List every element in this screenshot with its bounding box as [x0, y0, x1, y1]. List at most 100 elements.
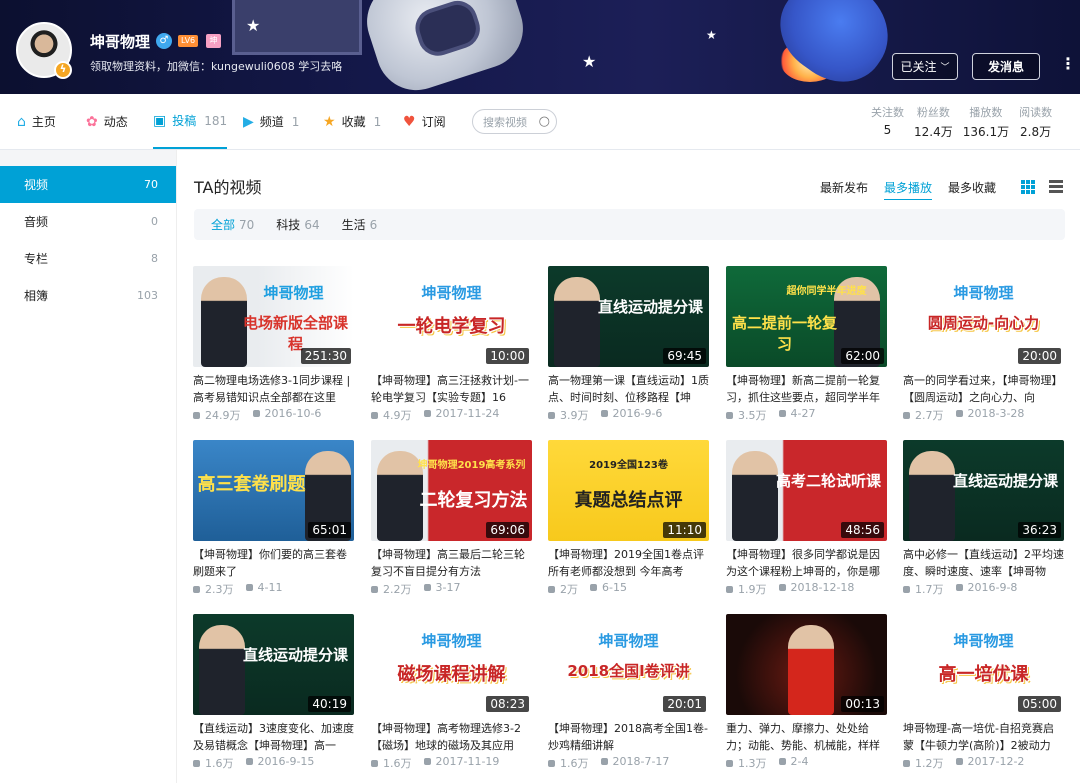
play-count: 1.6万 [371, 755, 412, 771]
filter-tech[interactable]: 科技 64 [276, 216, 319, 233]
video-meta: 1.6万 2016-9-15 [193, 755, 354, 771]
thumbnail-title: 高二提前一轮复习 [731, 314, 837, 353]
message-button[interactable]: 发消息 [972, 53, 1040, 80]
video-thumbnail[interactable]: 直线运动提分课 69:45 [548, 266, 709, 367]
thumbnail-title: 真题总结点评 [574, 490, 683, 511]
video-card[interactable]: 坤哥物理 高一培优课 05:00 坤哥物理-高一培优-自招竞赛启蒙【牛顿力学(高阶)】… [903, 614, 1064, 771]
video-title[interactable]: 【坤哥物理】2019全国1卷点评 所有老师都没想到 今年高考 [548, 546, 709, 580]
tab-uploads[interactable]: ▣ 投稿 181 [153, 94, 228, 149]
video-card[interactable]: 直线运动提分课 40:19 【直线运动】3速度变化、加速度及易错概念【坤哥物理】高一… [193, 614, 354, 771]
video-card[interactable]: 坤哥物理 电场新版全部课程 251:30 高二物理电场选修3-1同步课程 | 高考易错… [193, 266, 354, 423]
presenter-image [554, 277, 600, 367]
sidebar-item-audio[interactable]: 音频 0 [0, 203, 176, 240]
video-card[interactable]: 直线运动提分课 69:45 高一物理第一课【直线运动】1质点、时间时刻、位移路程【坤… [548, 266, 709, 423]
tab-channel[interactable]: ▶ 频道 1 [243, 94, 299, 149]
video-title[interactable]: 坤哥物理-高一培优-自招竞赛启蒙【牛顿力学(高阶)】2被动力 [903, 720, 1064, 754]
video-card[interactable]: 坤哥物理 2018全国I卷评讲 20:01 【坤哥物理】2018高考全国1卷-炒鸡精细… [548, 614, 709, 771]
stat-reads: 阅读数 2.8万 [1014, 104, 1057, 140]
tab-favorites[interactable]: ★ 收藏 1 [323, 94, 381, 149]
video-thumbnail[interactable]: 超你同学半年进度 高二提前一轮复习 62:00 [726, 266, 887, 367]
video-thumbnail[interactable]: 坤哥物理 高一培优课 05:00 [903, 614, 1064, 715]
video-title[interactable]: 重力、弹力、摩擦力、处处给力；动能、势能、机械能，样样 [726, 720, 887, 754]
thumbnail-brand: 坤哥物理 [598, 632, 659, 650]
tab-dynamic[interactable]: ✿ 动态 [86, 94, 128, 149]
video-title[interactable]: 【坤哥物理】新高二提前一轮复习，抓住这些要点，超同学半年 [726, 372, 887, 406]
video-title[interactable]: 【坤哥物理】2018高考全国1卷-炒鸡精细讲解 [548, 720, 709, 754]
star-icon: ★ [246, 16, 261, 35]
thumbnail-brand: 坤哥物理2019高考系列 [417, 460, 526, 471]
thumbnail-title: 圆周运动-向心力 [927, 314, 1040, 332]
video-meta: 4.9万 2017-11-24 [371, 407, 532, 423]
video-meta: 1.3万 2-4 [726, 755, 887, 771]
video-meta: 1.6万 2017-11-19 [371, 755, 532, 771]
video-thumbnail[interactable]: 00:13 [726, 614, 887, 715]
video-card[interactable]: 高三套卷刷题 65:01 【坤哥物理】你们要的高三套卷刷题来了 2.3万 4-11 [193, 440, 354, 597]
presenter-image [199, 625, 245, 715]
video-title[interactable]: 高二物理电场选修3-1同步课程 | 高考易错知识点全部都在这里 [193, 372, 354, 406]
video-meta: 24.9万 2016-10-6 [193, 407, 354, 423]
sort-most-favorited[interactable]: 最多收藏 [948, 179, 996, 196]
video-card[interactable]: 高考二轮试听课 48:56 【坤哥物理】很多同学都说是因为这个课程粉上坤哥的，你是哪… [726, 440, 887, 597]
grid-view-icon[interactable] [1021, 180, 1035, 194]
video-title[interactable]: 高一的同学看过来，【坤哥物理】【圆周运动】之向心力、向 [903, 372, 1064, 406]
sort-most-played[interactable]: 最多播放 [884, 179, 933, 200]
filter-count: 70 [239, 218, 255, 232]
video-card[interactable]: 坤哥物理 圆周运动-向心力 20:00 高一的同学看过来，【坤哥物理】【圆周运动】之向… [903, 266, 1064, 423]
sort-latest[interactable]: 最新发布 [820, 179, 868, 196]
video-thumbnail[interactable]: 坤哥物理 电场新版全部课程 251:30 [193, 266, 354, 367]
video-thumbnail[interactable]: 2019全国123卷 真题总结点评 11:10 [548, 440, 709, 541]
thumbnail-brand: 2019全国123卷 [589, 460, 668, 471]
play-count: 1.6万 [548, 755, 589, 771]
video-card[interactable]: 坤哥物理 一轮电学复习 10:00 【坤哥物理】高三汪拯救计划-一轮电学复习【实验专题… [371, 266, 532, 423]
sidebar-item-label: 专栏 [24, 252, 49, 266]
video-thumbnail[interactable]: 坤哥物理 一轮电学复习 10:00 [371, 266, 532, 367]
upload-date: 2018-12-18 [779, 581, 855, 597]
tab-home[interactable]: ⌂ 主页 [17, 94, 56, 149]
video-title[interactable]: 高中必修一【直线运动】2平均速度、瞬时速度、速率【坤哥物 [903, 546, 1064, 580]
video-card[interactable]: 超你同学半年进度 高二提前一轮复习 62:00 【坤哥物理】新高二提前一轮复习，抓住这… [726, 266, 887, 423]
video-thumbnail[interactable]: 坤哥物理 2018全国I卷评讲 20:01 [548, 614, 709, 715]
video-thumbnail[interactable]: 高三套卷刷题 65:01 [193, 440, 354, 541]
sidebar-item-video[interactable]: 视频 70 [0, 166, 176, 203]
video-card[interactable]: 坤哥物理 磁场课程讲解 08:23 【坤哥物理】高考物理选修3-2【磁场】地球的磁场及… [371, 614, 532, 771]
username: 坤哥物理 [90, 33, 151, 51]
upload-date: 2017-11-19 [424, 755, 500, 771]
follow-button[interactable]: 已关注 ﹀ [892, 53, 958, 80]
video-card[interactable]: 2019全国123卷 真题总结点评 11:10 【坤哥物理】2019全国1卷点评 所有… [548, 440, 709, 597]
video-title[interactable]: 【坤哥物理】高三汪拯救计划-一轮电学复习【实验专题】16 [371, 372, 532, 406]
video-card[interactable]: 00:13 重力、弹力、摩擦力、处处给力；动能、势能、机械能，样样 1.3万 2-4 [726, 614, 887, 771]
list-view-icon[interactable] [1049, 180, 1063, 194]
sidebar-item-albums[interactable]: 相簿 103 [0, 277, 176, 314]
video-card[interactable]: 直线运动提分课 36:23 高中必修一【直线运动】2平均速度、瞬时速度、速率【坤哥物… [903, 440, 1064, 597]
video-meta: 3.9万 2016-9-6 [548, 407, 709, 423]
video-thumbnail[interactable]: 高考二轮试听课 48:56 [726, 440, 887, 541]
stat-following[interactable]: 关注数 5 [866, 104, 909, 140]
video-title[interactable]: 【坤哥物理】高考物理选修3-2【磁场】地球的磁场及其应用 [371, 720, 532, 754]
sidebar-item-label: 音频 [24, 215, 49, 229]
video-title[interactable]: 【坤哥物理】很多同学都说是因为这个课程粉上坤哥的，你是哪 [726, 546, 887, 580]
video-thumbnail[interactable]: 直线运动提分课 40:19 [193, 614, 354, 715]
video-thumbnail[interactable]: 坤哥物理2019高考系列 二轮复习方法 69:06 [371, 440, 532, 541]
tab-subscriptions[interactable]: ♥ 订阅 [403, 94, 446, 149]
filter-life[interactable]: 生活 6 [342, 216, 378, 233]
video-meta: 1.6万 2018-7-17 [548, 755, 709, 771]
video-title[interactable]: 高一物理第一课【直线运动】1质点、时间时刻、位移路程【坤 [548, 372, 709, 406]
video-thumbnail[interactable]: 直线运动提分课 36:23 [903, 440, 1064, 541]
sidebar-item-articles[interactable]: 专栏 8 [0, 240, 176, 277]
video-title[interactable]: 【坤哥物理】你们要的高三套卷刷题来了 [193, 546, 354, 580]
video-title[interactable]: 【直线运动】3速度变化、加速度及易错概念【坤哥物理】高一 [193, 720, 354, 754]
filter-label: 科技 [276, 218, 301, 232]
video-title[interactable]: 【坤哥物理】高三最后二轮三轮复习不盲目提分有方法 [371, 546, 532, 580]
stat-fans[interactable]: 粉丝数 12.4万 [909, 104, 958, 140]
filter-all[interactable]: 全部 70 [211, 216, 254, 233]
upload-date: 2017-11-24 [424, 407, 500, 423]
upload-date: 2016-9-6 [601, 407, 663, 423]
video-search[interactable]: 搜索视频 ○ [472, 109, 557, 134]
video-card[interactable]: 坤哥物理2019高考系列 二轮复习方法 69:06 【坤哥物理】高三最后二轮三轮复习不… [371, 440, 532, 597]
video-thumbnail[interactable]: 坤哥物理 圆周运动-向心力 20:00 [903, 266, 1064, 367]
search-icon[interactable]: ○ [539, 114, 550, 129]
video-thumbnail[interactable]: 坤哥物理 磁场课程讲解 08:23 [371, 614, 532, 715]
more-icon[interactable]: ⋮ [1060, 54, 1076, 73]
thumbnail-brand: 坤哥物理 [953, 632, 1014, 650]
sidebar-item-label: 相簿 [24, 289, 49, 303]
